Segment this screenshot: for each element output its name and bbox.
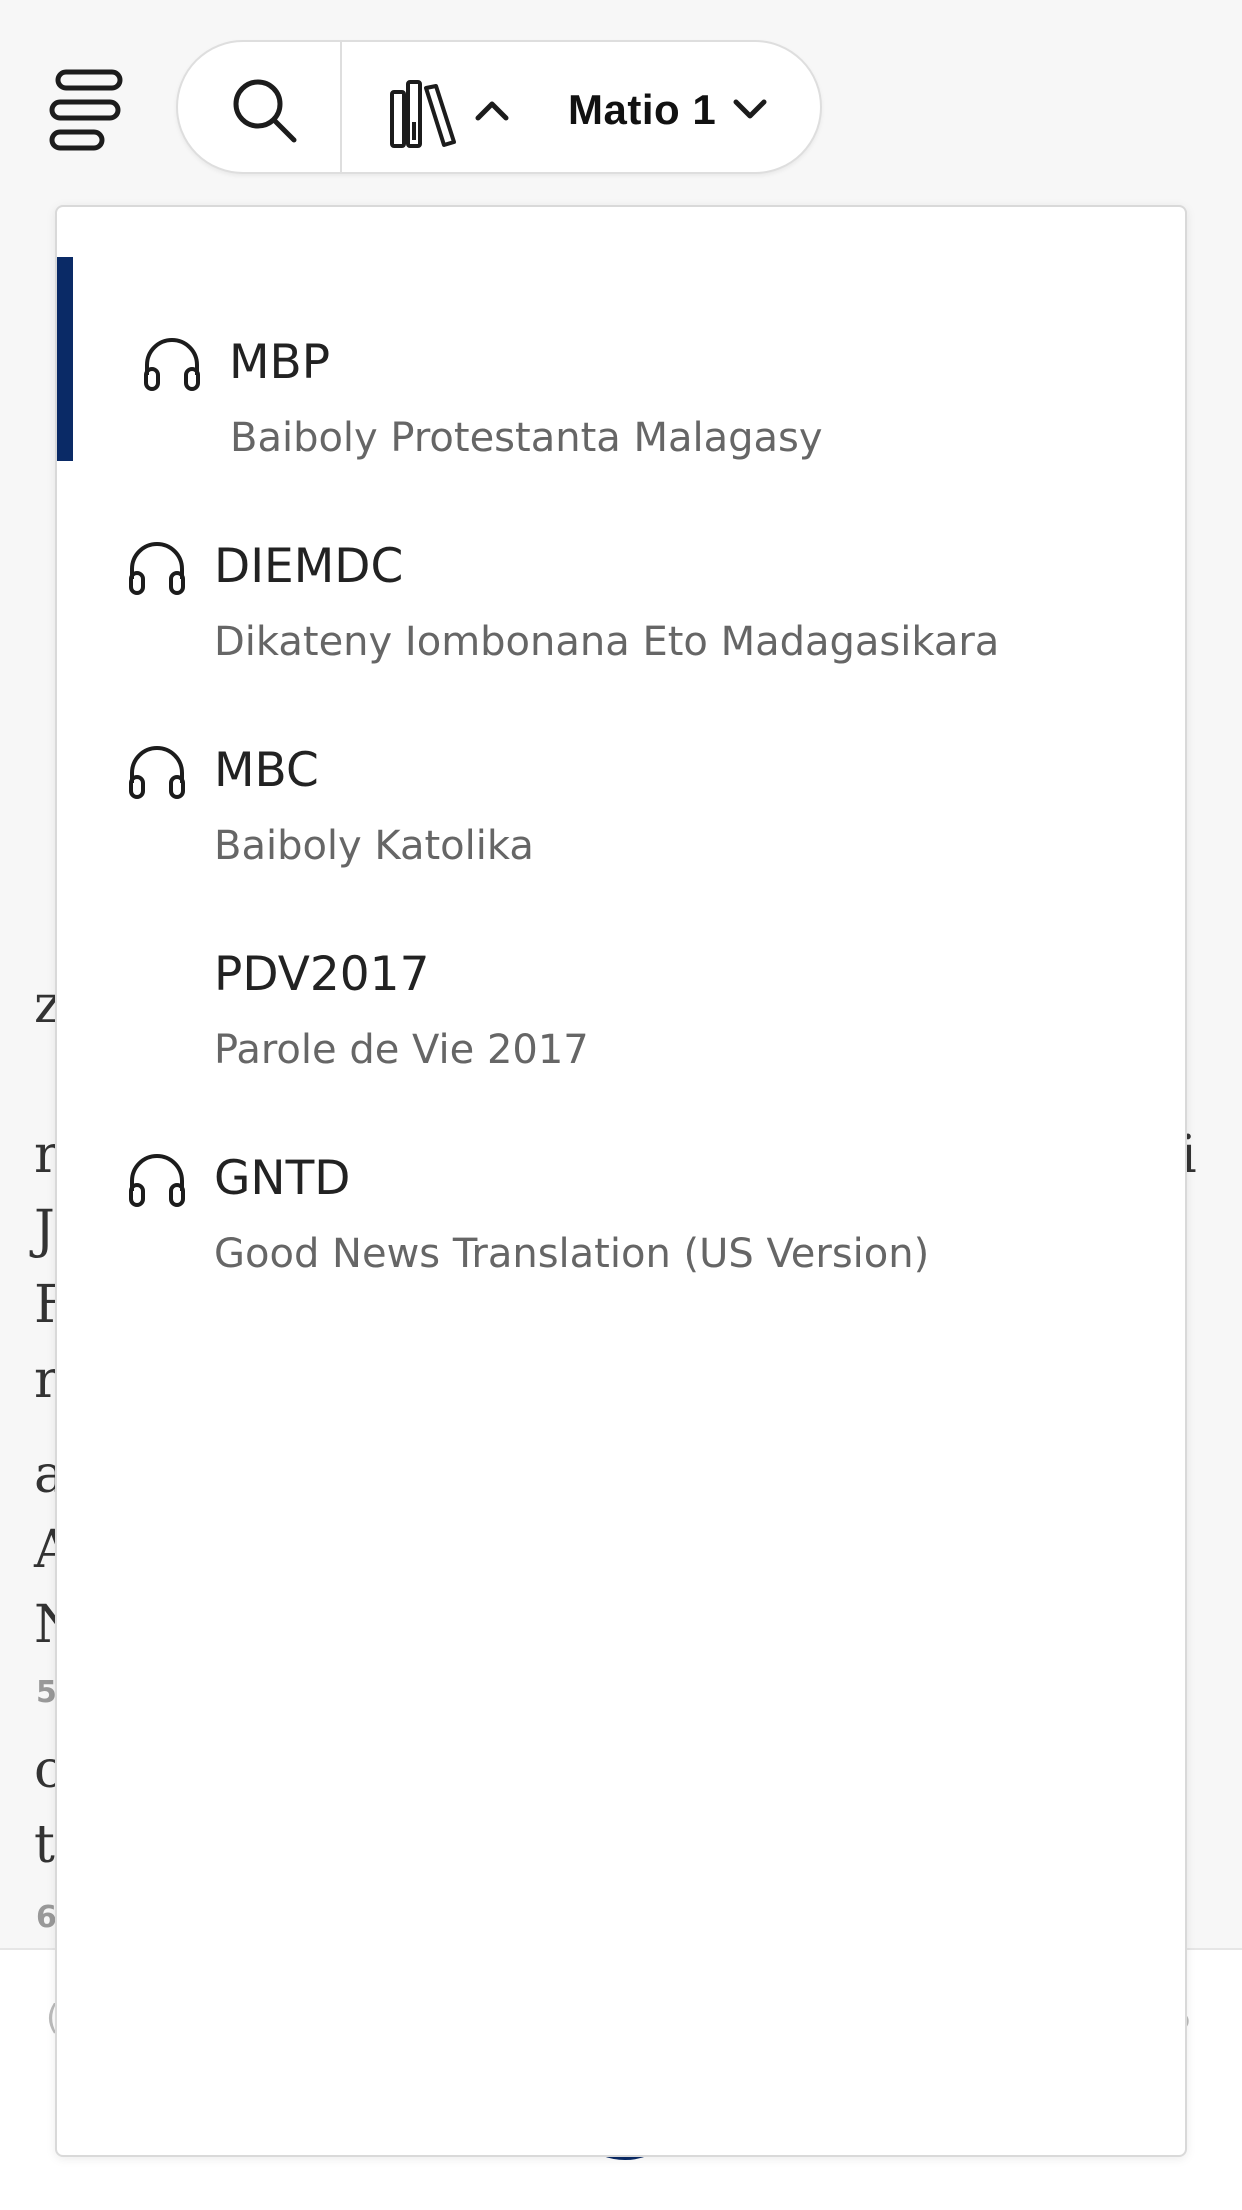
bg-text-fragment: t bbox=[34, 1815, 55, 1875]
chapter-selector[interactable]: Matio 1 bbox=[568, 80, 716, 140]
version-item-diemdc[interactable]: DIEMDC Dikateny Iombonana Eto Madagasika… bbox=[57, 461, 1185, 665]
headphones-icon bbox=[141, 335, 203, 391]
verse-number: 5 bbox=[36, 1675, 57, 1710]
chevron-up-icon[interactable] bbox=[472, 94, 512, 124]
chevron-down-icon[interactable] bbox=[730, 94, 770, 124]
version-abbr: GNTD bbox=[214, 1151, 351, 1206]
version-abbr: MBC bbox=[214, 743, 319, 798]
version-dropdown: MBP Baiboly Protestanta Malagasy DIEMDC … bbox=[55, 205, 1187, 2157]
version-item-mbc[interactable]: MBC Baiboly Katolika bbox=[57, 665, 1185, 869]
version-name: Parole de Vie 2017 bbox=[214, 1027, 589, 1073]
library-icon[interactable] bbox=[388, 78, 468, 148]
version-name: Baiboly Katolika bbox=[214, 823, 534, 869]
version-item-pdv2017[interactable]: PDV2017 Parole de Vie 2017 bbox=[57, 869, 1185, 1073]
version-abbr: DIEMDC bbox=[214, 539, 404, 594]
headphones-icon bbox=[126, 1151, 188, 1207]
headphones-icon bbox=[126, 539, 188, 595]
headphones-icon bbox=[126, 743, 188, 799]
version-item-mbp[interactable]: MBP Baiboly Protestanta Malagasy bbox=[57, 257, 1185, 461]
menu-icon[interactable] bbox=[48, 64, 132, 156]
version-abbr: PDV2017 bbox=[214, 947, 430, 1002]
version-abbr: MBP bbox=[229, 335, 331, 390]
verse-number: 6 bbox=[36, 1900, 57, 1935]
version-item-gntd[interactable]: GNTD Good News Translation (US Version) bbox=[57, 1073, 1185, 1277]
bg-text-fragment: J bbox=[34, 1200, 55, 1260]
version-name: Baiboly Protestanta Malagasy bbox=[230, 415, 823, 461]
toolbar-divider bbox=[340, 42, 342, 172]
reader-toolbar: Matio 1 bbox=[176, 40, 822, 174]
search-icon[interactable] bbox=[230, 76, 300, 146]
version-name: Good News Translation (US Version) bbox=[214, 1231, 930, 1277]
version-name: Dikateny Iombonana Eto Madagasikara bbox=[214, 619, 1000, 665]
